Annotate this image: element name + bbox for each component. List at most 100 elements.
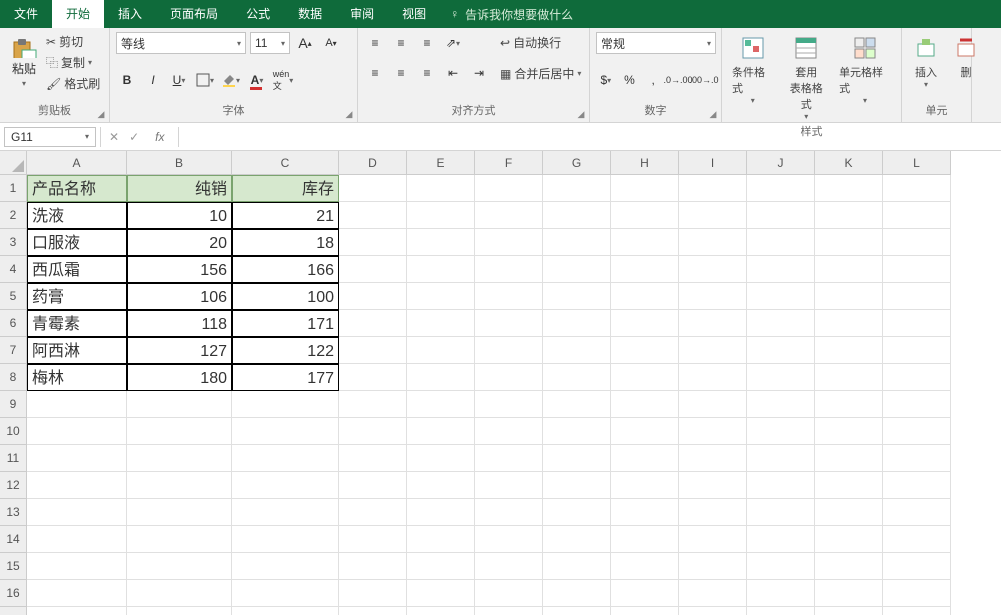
cell[interactable]: [475, 607, 543, 615]
cell[interactable]: [883, 337, 951, 364]
cell[interactable]: [815, 256, 883, 283]
cell[interactable]: [339, 202, 407, 229]
cell[interactable]: [883, 553, 951, 580]
cell[interactable]: [127, 553, 232, 580]
cell[interactable]: [407, 337, 475, 364]
tab-layout[interactable]: 页面布局: [156, 0, 232, 28]
insert-cells-button[interactable]: 插入▾: [908, 32, 944, 89]
cell[interactable]: [543, 364, 611, 391]
align-middle-button[interactable]: ≡: [390, 32, 412, 54]
cell[interactable]: [679, 283, 747, 310]
tab-file[interactable]: 文件: [0, 0, 52, 28]
decrease-decimal-button[interactable]: .00→.0: [693, 69, 715, 91]
accounting-button[interactable]: $▾: [596, 69, 616, 91]
cell[interactable]: [611, 391, 679, 418]
phonetic-button[interactable]: wén文▾: [272, 69, 294, 91]
cell[interactable]: [747, 391, 815, 418]
cell[interactable]: [747, 418, 815, 445]
cell[interactable]: [747, 553, 815, 580]
cell[interactable]: [339, 445, 407, 472]
cell[interactable]: [475, 553, 543, 580]
cell[interactable]: [883, 310, 951, 337]
cell[interactable]: [27, 445, 127, 472]
row-header[interactable]: 7: [0, 337, 27, 364]
cell[interactable]: [232, 580, 339, 607]
copy-button[interactable]: ⿻复制▾: [46, 53, 100, 72]
cell[interactable]: [232, 472, 339, 499]
painter-button[interactable]: 🖌格式刷: [46, 74, 100, 93]
cell[interactable]: [407, 526, 475, 553]
cell[interactable]: [679, 580, 747, 607]
cell[interactable]: [747, 580, 815, 607]
cell[interactable]: [339, 364, 407, 391]
cell[interactable]: [611, 364, 679, 391]
cell[interactable]: [543, 580, 611, 607]
cell[interactable]: [232, 553, 339, 580]
cell[interactable]: [883, 283, 951, 310]
cell[interactable]: [815, 283, 883, 310]
cell[interactable]: [611, 175, 679, 202]
orientation-button[interactable]: ⇗▾: [442, 32, 464, 54]
cell[interactable]: [475, 418, 543, 445]
bold-button[interactable]: B: [116, 69, 138, 91]
row-header[interactable]: 5: [0, 283, 27, 310]
cell[interactable]: 库存: [232, 175, 339, 202]
merge-center-button[interactable]: ▦合并后居中▾: [500, 64, 581, 83]
cell[interactable]: [339, 391, 407, 418]
cell[interactable]: 青霉素: [27, 310, 127, 337]
cell[interactable]: [747, 229, 815, 256]
cell[interactable]: [475, 445, 543, 472]
cell[interactable]: [339, 256, 407, 283]
cell[interactable]: [27, 472, 127, 499]
cell[interactable]: [679, 499, 747, 526]
cell[interactable]: [27, 499, 127, 526]
comma-button[interactable]: ,: [643, 69, 663, 91]
delete-cells-button[interactable]: 删: [948, 32, 984, 80]
cell[interactable]: [679, 418, 747, 445]
cell[interactable]: 166: [232, 256, 339, 283]
cell[interactable]: 18: [232, 229, 339, 256]
cell[interactable]: [679, 337, 747, 364]
font-name-combo[interactable]: 等线▾: [116, 32, 246, 54]
cell[interactable]: 纯销: [127, 175, 232, 202]
cell[interactable]: [475, 580, 543, 607]
cell[interactable]: [747, 472, 815, 499]
cell[interactable]: 梅林: [27, 364, 127, 391]
cell[interactable]: [543, 202, 611, 229]
tell-me[interactable]: ♀ 告诉我你想要做什么: [440, 0, 583, 28]
cell[interactable]: [611, 229, 679, 256]
italic-button[interactable]: I: [142, 69, 164, 91]
cell[interactable]: [883, 499, 951, 526]
cell[interactable]: [883, 607, 951, 615]
cell[interactable]: 西瓜霜: [27, 256, 127, 283]
cell[interactable]: 127: [127, 337, 232, 364]
tab-data[interactable]: 数据: [284, 0, 336, 28]
cell[interactable]: [407, 256, 475, 283]
cell[interactable]: [883, 526, 951, 553]
conditional-format-button[interactable]: 条件格式▾: [728, 32, 778, 105]
cell[interactable]: [543, 256, 611, 283]
align-bottom-button[interactable]: ≡: [416, 32, 438, 54]
cell[interactable]: [747, 499, 815, 526]
col-header[interactable]: J: [747, 151, 815, 175]
cell[interactable]: 180: [127, 364, 232, 391]
cell[interactable]: [611, 418, 679, 445]
cell[interactable]: [475, 364, 543, 391]
cell[interactable]: [232, 391, 339, 418]
cell[interactable]: [339, 580, 407, 607]
cell[interactable]: [543, 445, 611, 472]
row-header[interactable]: 12: [0, 472, 27, 499]
cell[interactable]: [543, 472, 611, 499]
cell[interactable]: [475, 202, 543, 229]
cell[interactable]: [883, 256, 951, 283]
cell[interactable]: [815, 364, 883, 391]
cell[interactable]: [127, 391, 232, 418]
cell[interactable]: [815, 580, 883, 607]
cell[interactable]: [407, 445, 475, 472]
cell[interactable]: [747, 175, 815, 202]
cell[interactable]: [679, 202, 747, 229]
cell[interactable]: [232, 499, 339, 526]
cell[interactable]: [883, 175, 951, 202]
cell[interactable]: [815, 202, 883, 229]
number-format-combo[interactable]: 常规▾: [596, 32, 716, 54]
